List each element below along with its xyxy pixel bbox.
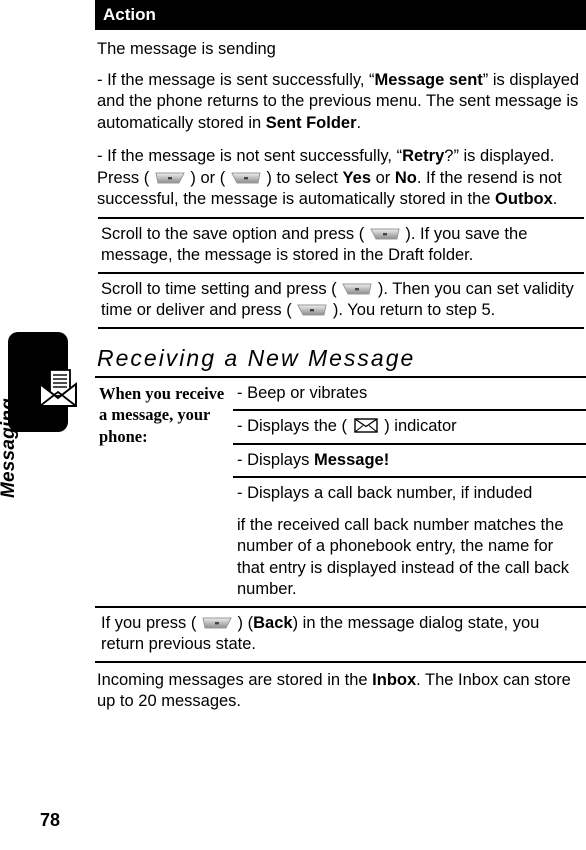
receive-row-beep: - Beep or vibrates [237, 383, 368, 402]
emphasis-text: Message sent [374, 70, 483, 89]
emphasis-text: Outbox [495, 190, 553, 208]
envelope-document-icon [36, 366, 80, 410]
step-sending: The message is sending [97, 40, 276, 58]
emphasis-text: Back [253, 613, 293, 632]
right-softkey-icon [231, 170, 261, 184]
emphasis-text: Retry [402, 147, 445, 165]
table-row: When you receive a message, your phone: … [95, 378, 586, 446]
emphasis-text: No [394, 168, 417, 187]
sidebar: Messaging 78 [0, 0, 95, 850]
receive-row-phonebook-match: if the received call back number matches… [237, 515, 570, 599]
right-softkey-icon [297, 302, 327, 316]
envelope-indicator-icon [353, 418, 378, 433]
receive-row-indicator: - Displays the ( ) indicator [233, 409, 586, 444]
table-header-action: Action [95, 0, 586, 30]
step-sent-failure: - If the message is not sent successfull… [97, 147, 562, 208]
step-sent-success: - If the message is sent successfully, “… [97, 70, 580, 132]
action-steps: The message is sending - If the message … [95, 30, 586, 217]
sidebar-section-label: Messaging [0, 398, 19, 498]
receive-row-message-alert: - Displays Message! [233, 442, 586, 477]
emphasis-text: Yes [342, 168, 371, 187]
receiving-table-body: When you receive a message, your phone: … [95, 378, 586, 606]
left-softkey-icon [202, 615, 232, 629]
page-number: 78 [40, 810, 61, 830]
main-content: Action The message is sending - If the m… [95, 0, 586, 850]
emphasis-text: Message! [314, 450, 390, 469]
inbox-note: Incoming messages are stored in the Inbo… [97, 670, 571, 711]
step-back-press: If you press ( ) (Back) in the message d… [101, 613, 540, 654]
emphasis-text: Inbox [372, 670, 417, 689]
left-softkey-icon [155, 170, 185, 184]
right-softkey-icon [342, 281, 372, 295]
right-softkey-icon [370, 226, 400, 240]
emphasis-text: Sent Folder [265, 113, 357, 132]
receive-condition-label: When you receive a message, your phone: [99, 383, 225, 446]
step-save-option: Scroll to the save option and press ( ).… [101, 224, 528, 265]
step-time-setting: Scroll to time setting and press ( ). Th… [101, 279, 574, 320]
receiving-table: When you receive a message, your phone: … [95, 378, 586, 606]
receive-row-callback-number: - Displays a call back number, if indude… [233, 476, 586, 510]
page-title: Receiving a New Message [97, 344, 416, 371]
